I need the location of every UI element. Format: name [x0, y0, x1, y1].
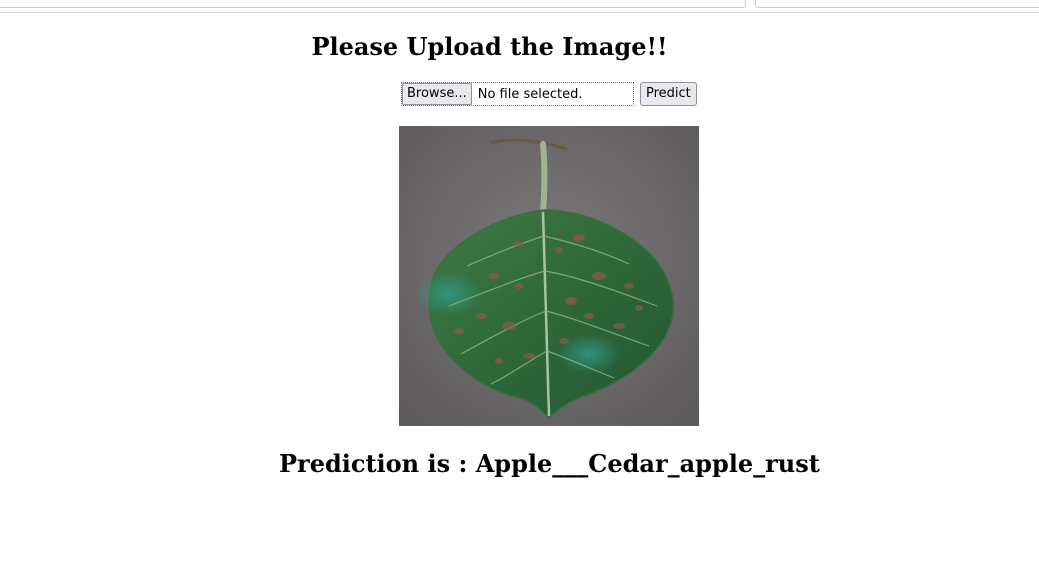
prediction-prefix: Prediction is :: [279, 449, 476, 478]
predict-button[interactable]: Predict: [640, 82, 697, 106]
address-bar[interactable]: [0, 0, 746, 8]
browser-toolbar-strip: [0, 0, 1039, 13]
prediction-value: Apple___Cedar_apple_rust: [475, 449, 820, 478]
uploaded-leaf-image: [399, 126, 699, 426]
upload-form: Browse... No file selected. Predict: [401, 81, 697, 107]
browser-search-bar[interactable]: [755, 0, 1039, 8]
file-status-label: No file selected.: [477, 86, 583, 102]
page-title: Please Upload the Image!!: [311, 32, 668, 61]
browse-button[interactable]: Browse...: [402, 83, 472, 105]
prediction-result: Prediction is : Apple___Cedar_apple_rust: [279, 449, 820, 478]
file-input[interactable]: Browse... No file selected.: [401, 82, 634, 106]
